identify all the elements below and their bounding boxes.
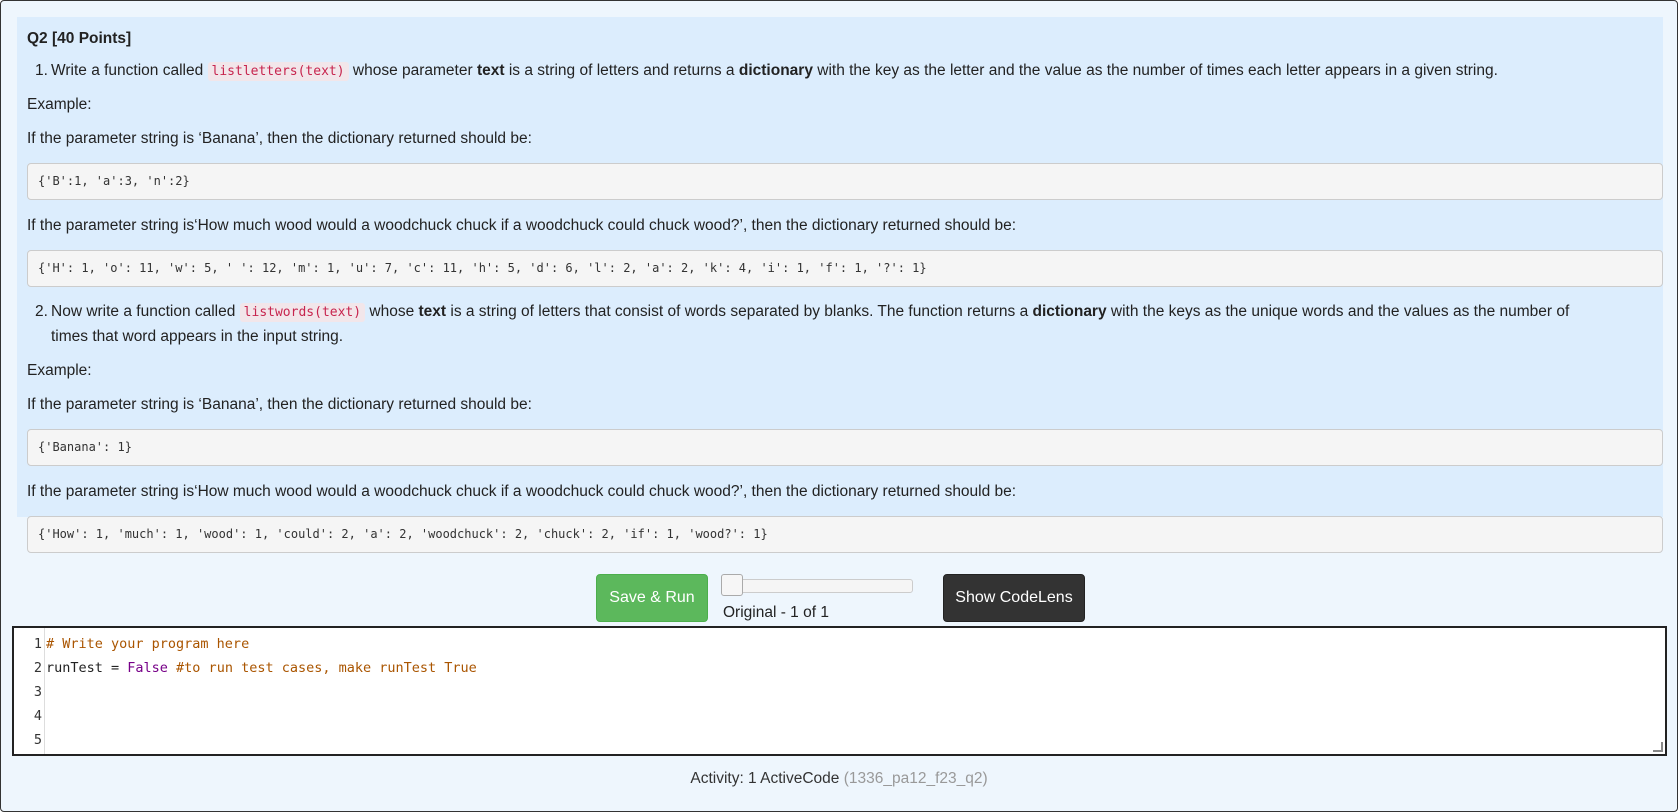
activity-label: Activity: 1 ActiveCode (1336_pa12_f23_q2… [1,770,1677,788]
example-description: If the parameter string is‘How much wood… [27,217,1017,234]
resize-handle[interactable] [1653,742,1663,752]
example-label: Example: [27,362,92,379]
code-line[interactable]: 1 # Write your program here [14,632,1654,656]
param-name: text [418,303,447,320]
item-text: whose [365,303,419,320]
dictionary-keyword: dictionary [1032,303,1107,320]
code-keyword: False [127,660,168,676]
version-label: Original - 1 of 1 [723,604,829,621]
example-code-block: {'H': 1, 'o': 11, 'w': 5, ' ': 12, 'm': … [27,250,1663,287]
question-item-1: 1. Write a function called listletters(t… [35,59,1641,84]
code-line[interactable]: 4 [14,704,1654,728]
item-text: Now write a function called [51,303,240,320]
save-run-button[interactable]: Save & Run [596,574,708,622]
activecode-container: Q2 [40 Points] 1. Write a function calle… [0,0,1678,812]
line-number: 5 [33,732,42,748]
code-comment: # Write your program here [46,636,250,652]
item-number: 2. [35,303,48,320]
example-code-block: {'How': 1, 'much': 1, 'wood': 1, 'could'… [27,516,1663,553]
example-description: If the parameter string is‘How much wood… [27,483,1017,500]
code-editor[interactable]: 1 # Write your program here 2 runTest = … [12,626,1667,756]
item-text: with the keys as the unique words and th… [1106,303,1570,320]
example-description: If the parameter string is ‘Banana’, the… [27,130,532,147]
example-description: If the parameter string is ‘Banana’, the… [27,396,532,413]
activity-id: (1336_pa12_f23_q2) [843,770,988,787]
example-code-block: {'Banana': 1} [27,429,1663,466]
question-item-2: 2. Now write a function called listwords… [35,300,1641,349]
line-number: 3 [33,684,42,700]
example-code-block: {'B':1, 'a':3, 'n':2} [27,163,1663,200]
code-text: runTest = [46,660,128,676]
item-text: whose parameter [348,62,477,79]
activity-text: Activity: 1 ActiveCode [690,770,844,787]
item-number: 1. [35,62,48,79]
code-line[interactable]: 5 [14,728,1654,752]
function-name: listwords(text) [239,303,366,322]
item-text: is a string of letters that consist of w… [446,303,1033,320]
example-label: Example: [27,96,92,113]
history-slider[interactable] [723,579,913,593]
param-name: text [476,62,505,79]
dictionary-keyword: dictionary [738,62,813,79]
history-slider-handle[interactable] [721,574,743,596]
code-comment: #to run test cases, make runTest True [167,660,477,676]
question-title: Q2 [40 Points] [27,30,132,47]
function-name: listletters(text) [207,62,349,81]
code-line[interactable]: 2 runTest = False #to run test cases, ma… [14,656,1654,680]
item-text: is a string of letters and returns a [504,62,739,79]
line-number: 2 [33,660,42,676]
code-line[interactable]: 3 [14,680,1654,704]
item-text: Write a function called [51,62,208,79]
line-number: 4 [33,708,42,724]
item-text: with the key as the letter and the value… [812,62,1498,79]
show-codelens-button[interactable]: Show CodeLens [943,574,1085,622]
item-text: times that word appears in the input str… [51,328,344,345]
line-number: 1 [33,636,42,652]
question-panel: Q2 [40 Points] 1. Write a function calle… [17,17,1663,553]
